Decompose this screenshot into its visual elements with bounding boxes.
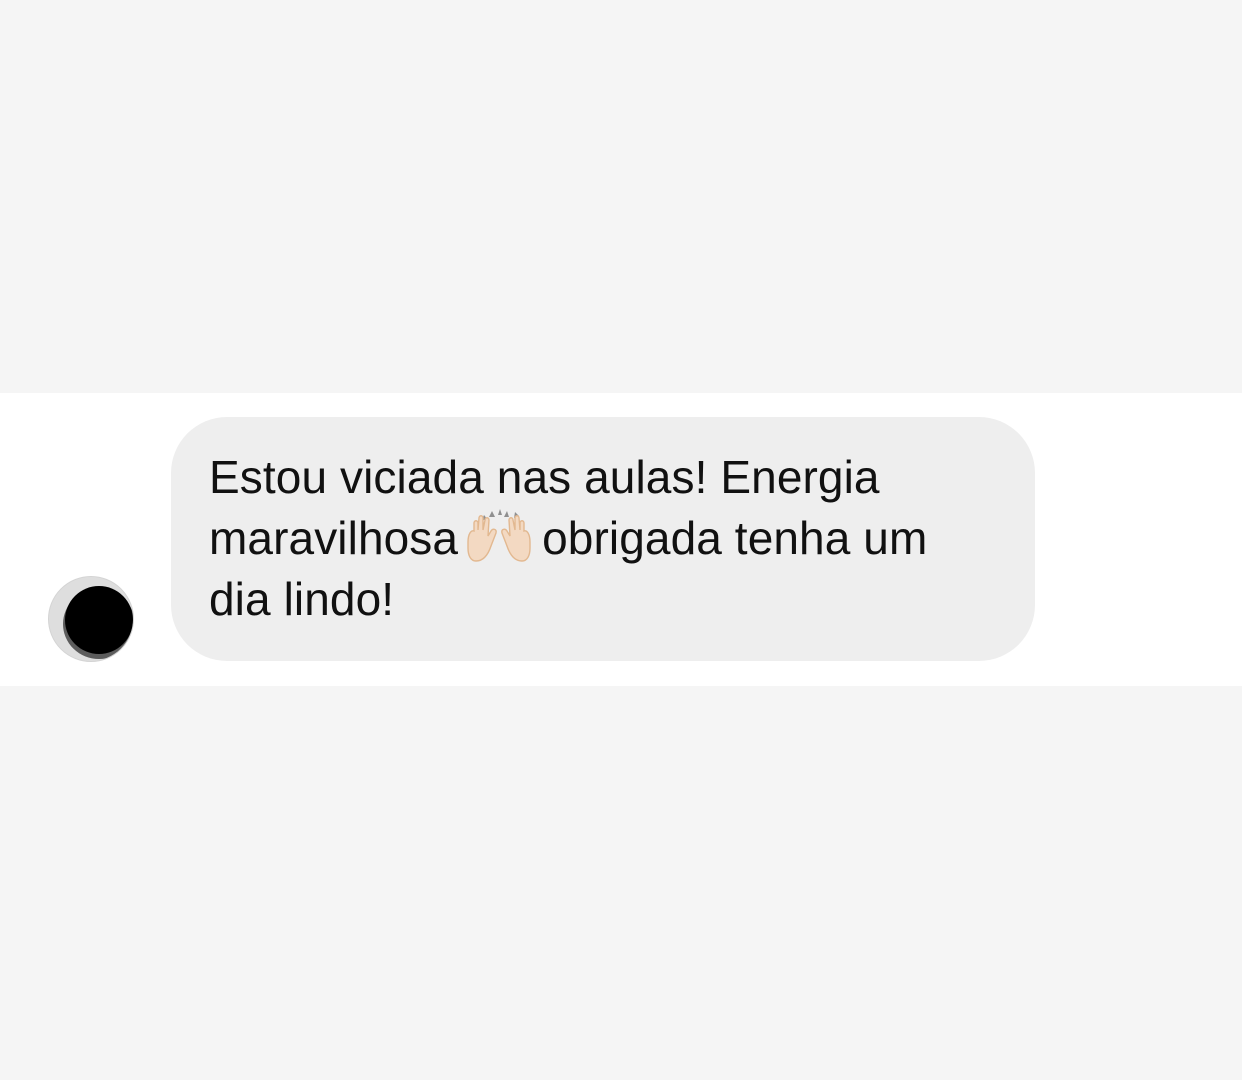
sender-avatar[interactable] [48, 576, 134, 662]
raising-hands-icon [464, 508, 534, 566]
avatar-redaction-mask [65, 586, 133, 654]
message-line-1: Estou viciada nas aulas! Energia [209, 451, 880, 503]
message-line-2-start: maravilhosa [209, 512, 459, 564]
message-line-2-end: obrigada tenha um [542, 512, 928, 564]
message-text: Estou viciada nas aulas! Energia maravil… [209, 447, 995, 630]
received-message-bubble[interactable]: Estou viciada nas aulas! Energia maravil… [171, 417, 1035, 661]
message-line-3: dia lindo! [209, 573, 395, 625]
